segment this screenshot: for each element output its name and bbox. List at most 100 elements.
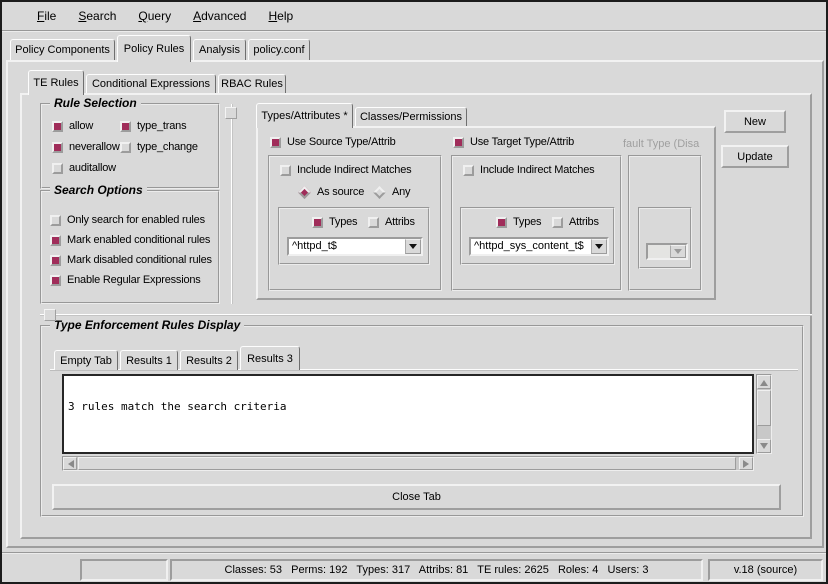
chevron-down-icon — [595, 244, 603, 253]
policy-stats-text: Classes: 53 Perms: 192 Types: 317 Attrib… — [225, 564, 649, 576]
checkbox-enable-regex[interactable]: Enable Regular Expressions — [50, 274, 201, 286]
arrow-down-icon — [760, 443, 768, 453]
checkbox-indicator — [368, 217, 379, 228]
tab-classes-permissions-label: Classes/Permissions — [360, 111, 462, 123]
rule-selection-group: Rule Selection allow type_trans neverall… — [40, 103, 220, 189]
checkbox-target-attribs-label: Attribs — [569, 216, 599, 228]
checkbox-use-source-type[interactable]: Use Source Type/Attrib — [270, 136, 396, 148]
menu-search[interactable]: Search — [67, 7, 127, 25]
combobox-dropdown-button[interactable] — [591, 239, 607, 254]
target-types-attribs-frame: Types Attribs ^httpd_sys_content_t$ — [460, 207, 615, 265]
checkbox-target-indirect[interactable]: Include Indirect Matches — [463, 164, 594, 176]
results-text-area[interactable]: 3 rules match the search criteria (5822)… — [62, 374, 754, 454]
scroll-up-button[interactable] — [757, 375, 771, 389]
te-rules-display-title: Type Enforcement Rules Display — [50, 318, 244, 332]
checkbox-mark-enabled-conditional[interactable]: Mark enabled conditional rules — [50, 234, 210, 246]
tab-results-1[interactable]: Results 1 — [120, 350, 178, 370]
checkbox-source-indirect[interactable]: Include Indirect Matches — [280, 164, 411, 176]
tab-empty-tab-label: Empty Tab — [60, 355, 112, 367]
tab-types-attributes-label: Types/Attributes * — [261, 110, 347, 122]
tab-te-rules[interactable]: TE Rules — [28, 70, 84, 95]
status-bar-separator — [2, 552, 826, 554]
target-type-combobox[interactable]: ^httpd_sys_content_t$ — [469, 237, 609, 256]
update-button[interactable]: Update — [721, 145, 789, 168]
checkbox-auditallow-label: auditallow — [69, 162, 116, 174]
checkbox-use-target-type[interactable]: Use Target Type/Attrib — [453, 136, 574, 148]
checkbox-allow-label: allow — [69, 120, 93, 132]
radio-indicator — [298, 186, 311, 199]
radio-any[interactable]: Any — [373, 186, 410, 198]
menu-help-rest: elp — [277, 9, 293, 23]
tab-empty-tab[interactable]: Empty Tab — [54, 350, 118, 370]
checkbox-indicator — [270, 137, 281, 148]
checkbox-indicator — [52, 142, 63, 153]
menu-bar: File Search Query Advanced Help — [2, 2, 826, 32]
checkbox-mark-disabled-conditional-label: Mark disabled conditional rules — [67, 254, 212, 266]
tab-policy-conf[interactable]: policy.conf — [248, 39, 310, 60]
default-type-label: fault Type (Disa — [623, 138, 703, 150]
menu-query[interactable]: Query — [127, 7, 182, 25]
checkbox-indicator — [496, 217, 507, 228]
tab-conditional-expressions[interactable]: Conditional Expressions — [86, 74, 216, 93]
checkbox-use-target-type-label: Use Target Type/Attrib — [470, 136, 574, 148]
checkbox-auditallow[interactable]: auditallow — [52, 162, 116, 174]
scroll-down-button[interactable] — [757, 439, 771, 453]
scroll-left-button[interactable] — [63, 457, 77, 470]
scroll-right-button[interactable] — [739, 457, 753, 470]
arrow-up-icon — [760, 376, 768, 386]
checkbox-type-change-label: type_change — [137, 141, 198, 153]
te-rules-page: Rule Selection allow type_trans neverall… — [20, 93, 812, 539]
results-vertical-scrollbar[interactable] — [756, 374, 772, 454]
tab-classes-permissions[interactable]: Classes/Permissions — [355, 107, 467, 126]
checkbox-only-enabled-rules[interactable]: Only search for enabled rules — [50, 214, 205, 226]
close-tab-button-label: Close Tab — [392, 491, 441, 503]
menu-query-key: Q — [138, 9, 147, 23]
checkbox-source-types[interactable]: Types — [312, 216, 357, 228]
menu-file[interactable]: File — [26, 7, 67, 25]
checkbox-type-change[interactable]: type_change — [120, 141, 198, 153]
tab-policy-rules[interactable]: Policy Rules — [117, 35, 191, 62]
tab-analysis[interactable]: Analysis — [193, 39, 246, 60]
tab-results-2[interactable]: Results 2 — [180, 350, 238, 370]
search-options-title: Search Options — [50, 183, 147, 197]
update-button-label: Update — [737, 151, 772, 163]
checkbox-type-trans[interactable]: type_trans — [120, 120, 186, 132]
tab-rbac-rules[interactable]: RBAC Rules — [218, 74, 286, 93]
results-horizontal-scrollbar[interactable] — [62, 456, 754, 471]
vertical-sash[interactable] — [231, 104, 233, 304]
menu-advanced[interactable]: Advanced — [182, 7, 257, 25]
tab-policy-components[interactable]: Policy Components — [10, 39, 115, 60]
new-button[interactable]: New — [724, 110, 786, 133]
checkbox-target-attribs[interactable]: Attribs — [552, 216, 599, 228]
checkbox-source-attribs[interactable]: Attribs — [368, 216, 415, 228]
menu-advanced-key: A — [193, 9, 201, 23]
checkbox-source-attribs-label: Attribs — [385, 216, 415, 228]
menu-search-rest: earch — [86, 9, 116, 23]
checkbox-neverallow[interactable]: neverallow — [52, 141, 120, 153]
combobox-dropdown-button[interactable] — [405, 239, 421, 254]
tab-results-3[interactable]: Results 3 — [240, 346, 300, 370]
checkbox-indicator — [52, 163, 63, 174]
menu-help[interactable]: Help — [257, 7, 304, 25]
checkbox-mark-disabled-conditional[interactable]: Mark disabled conditional rules — [50, 254, 212, 266]
radio-as-source[interactable]: As source — [298, 186, 364, 198]
checkbox-allow[interactable]: allow — [52, 120, 93, 132]
source-type-combobox[interactable]: ^httpd_t$ — [287, 237, 423, 256]
checkbox-target-types-label: Types — [513, 216, 541, 228]
tab-types-attributes[interactable]: Types/Attributes * — [256, 103, 353, 128]
target-type-combobox-value: ^httpd_sys_content_t$ — [471, 239, 591, 254]
checkbox-indicator — [552, 217, 563, 228]
vertical-sash-handle[interactable] — [225, 107, 237, 119]
default-type-frame — [628, 155, 702, 291]
te-rules-display-group: Type Enforcement Rules Display Empty Tab… — [40, 325, 804, 517]
horizontal-sash-handle[interactable] — [44, 309, 56, 321]
horizontal-scroll-thumb[interactable] — [78, 457, 736, 470]
close-tab-button[interactable]: Close Tab — [52, 484, 781, 510]
checkbox-target-types[interactable]: Types — [496, 216, 541, 228]
checkbox-source-types-label: Types — [329, 216, 357, 228]
tab-te-rules-label: TE Rules — [33, 77, 78, 89]
vertical-scroll-thumb[interactable] — [757, 390, 771, 426]
menu-query-rest: uery — [148, 9, 171, 23]
radio-as-source-label: As source — [317, 186, 364, 198]
horizontal-sash[interactable] — [40, 314, 812, 316]
